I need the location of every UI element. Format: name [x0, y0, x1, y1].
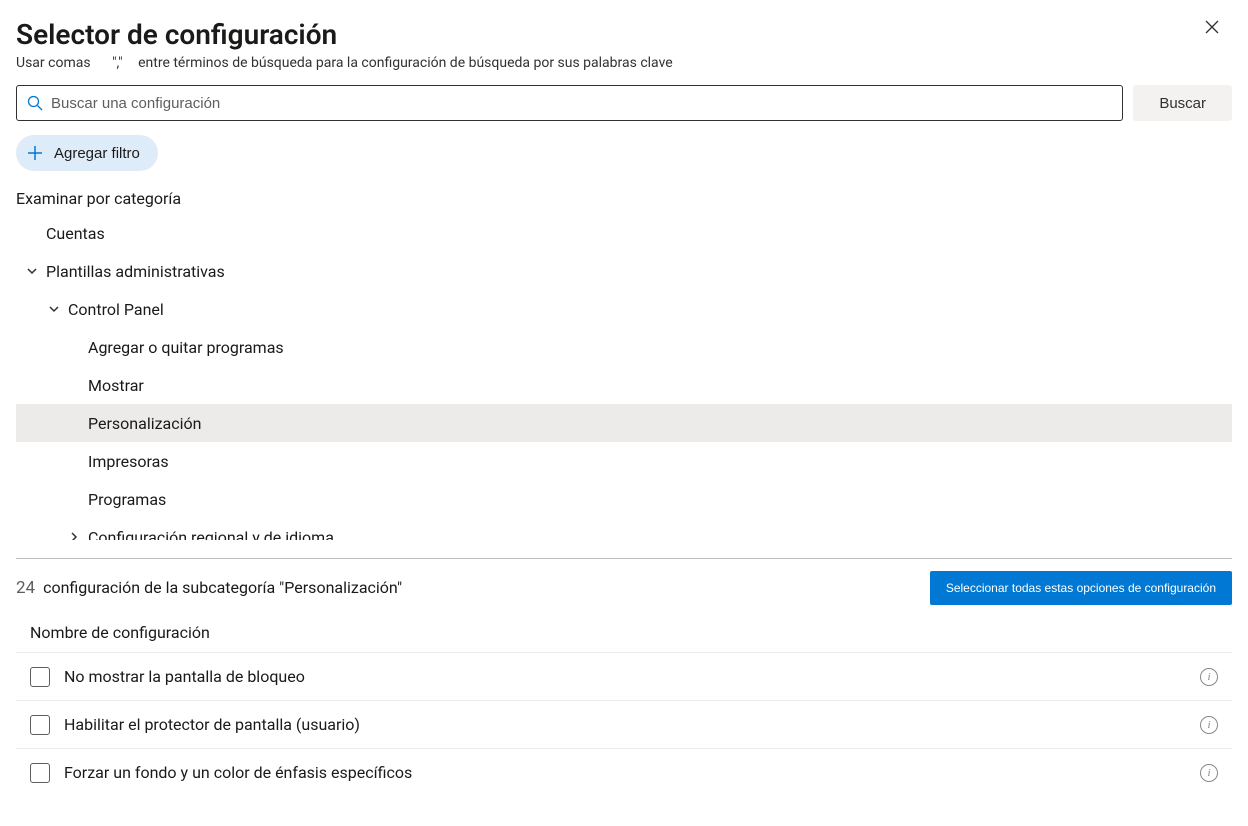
tree-item[interactable]: Mostrar [16, 366, 1232, 404]
add-filter-label: Agregar filtro [54, 145, 140, 162]
setting-name: Forzar un fondo y un color de énfasis es… [64, 763, 1200, 782]
tree-item-label: Cuentas [46, 224, 105, 243]
info-icon[interactable]: i [1200, 764, 1218, 782]
tree-item-label: Mostrar [88, 376, 144, 395]
tree-item-label: Impresoras [88, 452, 169, 471]
tree-item[interactable]: Personalización [16, 404, 1232, 442]
subcategory-summary: 24 configuración de la subcategoría "Per… [16, 578, 402, 598]
page-title: Selector de configuración [16, 18, 1232, 51]
tree-item[interactable]: Agregar o quitar programas [16, 328, 1232, 366]
setting-name: Habilitar el protector de pantalla (usua… [64, 715, 1200, 734]
result-label: configuración de la subcategoría "Person… [43, 578, 402, 597]
setting-row[interactable]: Forzar un fondo y un color de énfasis es… [16, 748, 1232, 796]
tree-item-label: Agregar o quitar programas [88, 338, 284, 357]
search-icon [27, 95, 43, 111]
tree-item-label: Plantillas administrativas [46, 262, 225, 281]
tree-item[interactable]: Programas [16, 480, 1232, 518]
chevron-down-icon [24, 265, 40, 277]
result-count: 24 [16, 578, 35, 598]
select-all-button[interactable]: Seleccionar todas estas opciones de conf… [930, 571, 1232, 605]
tree-item-label: Programas [88, 490, 166, 509]
divider [16, 558, 1232, 559]
chevron-right-icon [66, 531, 82, 540]
browse-heading: Examinar por categoría [16, 189, 1232, 208]
settings-list[interactable]: No mostrar la pantalla de bloqueoiHabili… [16, 652, 1232, 822]
setting-checkbox[interactable] [30, 715, 50, 735]
info-icon[interactable]: i [1200, 668, 1218, 686]
chevron-down-icon [46, 303, 62, 315]
hint-comma: "," [94, 55, 135, 71]
category-tree[interactable]: Cuentas Plantillas administrativas Control… [16, 214, 1232, 540]
hint-suffix: entre términos de búsqueda para la confi… [138, 55, 673, 71]
tree-item-label: Control Panel [68, 300, 164, 319]
info-icon[interactable]: i [1200, 716, 1218, 734]
close-button[interactable] [1200, 14, 1224, 45]
tree-item-label: Configuración regional y de idioma [88, 528, 334, 541]
setting-row[interactable]: No mostrar la pantalla de bloqueoi [16, 652, 1232, 700]
tree-item[interactable]: Plantillas administrativas [16, 252, 1232, 290]
search-input-wrapper[interactable] [16, 85, 1123, 121]
search-button[interactable]: Buscar [1133, 85, 1232, 121]
setting-name: No mostrar la pantalla de bloqueo [64, 667, 1200, 686]
tree-item[interactable]: Impresoras [16, 442, 1232, 480]
hint-prefix: Usar comas [16, 55, 91, 71]
tree-item[interactable]: Cuentas [16, 214, 1232, 252]
plus-icon [26, 144, 44, 162]
setting-row[interactable]: Habilitar el protector de pantalla (usua… [16, 700, 1232, 748]
add-filter-button[interactable]: Agregar filtro [16, 135, 158, 171]
setting-checkbox[interactable] [30, 667, 50, 687]
setting-checkbox[interactable] [30, 763, 50, 783]
tree-item[interactable]: Control Panel [16, 290, 1232, 328]
close-icon [1204, 18, 1220, 40]
search-hint: Usar comas "," entre términos de búsqued… [16, 55, 1232, 71]
column-header-name: Nombre de configuración [16, 623, 1232, 642]
tree-item-label: Personalización [88, 414, 201, 433]
search-input[interactable] [51, 95, 1112, 112]
tree-item[interactable]: Configuración regional y de idioma [16, 518, 1232, 540]
